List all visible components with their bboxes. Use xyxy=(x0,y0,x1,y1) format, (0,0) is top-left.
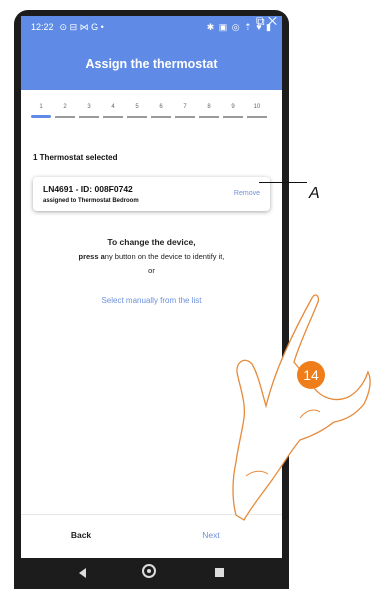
pointing-hand-illustration xyxy=(232,294,371,521)
hand-shape xyxy=(232,294,371,521)
step-number-badge: 14 xyxy=(297,361,325,389)
